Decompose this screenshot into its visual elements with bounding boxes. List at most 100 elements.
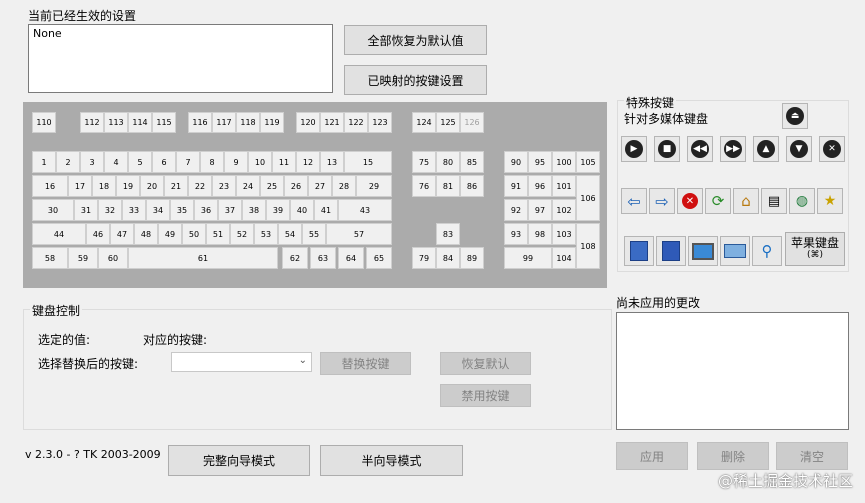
key-19[interactable]: 19 — [116, 175, 140, 197]
key-101[interactable]: 101 — [552, 175, 576, 197]
key-86[interactable]: 86 — [460, 175, 484, 197]
key-39[interactable]: 39 — [266, 199, 290, 221]
pending-changes-box[interactable] — [616, 312, 849, 430]
key-115[interactable]: 115 — [152, 112, 176, 133]
clear-button[interactable]: 清空 — [776, 442, 848, 470]
key-95[interactable]: 95 — [528, 151, 552, 173]
key-1[interactable]: 1 — [32, 151, 56, 173]
key-31[interactable]: 31 — [74, 199, 98, 221]
key-110[interactable]: 110 — [32, 112, 56, 133]
key-113[interactable]: 113 — [104, 112, 128, 133]
search-icon[interactable]: ⚲ — [752, 236, 782, 266]
key-114[interactable]: 114 — [128, 112, 152, 133]
key-126[interactable]: 126 — [460, 112, 484, 133]
key-112[interactable]: 112 — [80, 112, 104, 133]
key-119[interactable]: 119 — [260, 112, 284, 133]
key-2[interactable]: 2 — [56, 151, 80, 173]
key-116[interactable]: 116 — [188, 112, 212, 133]
key-9[interactable]: 9 — [224, 151, 248, 173]
key-124[interactable]: 124 — [412, 112, 436, 133]
key-16[interactable]: 16 — [32, 175, 68, 197]
key-54[interactable]: 54 — [278, 223, 302, 245]
key-37[interactable]: 37 — [218, 199, 242, 221]
key-100[interactable]: 100 — [552, 151, 576, 173]
key-12[interactable]: 12 — [296, 151, 320, 173]
key-32[interactable]: 32 — [98, 199, 122, 221]
volume-down-icon[interactable]: ▼ — [786, 136, 812, 162]
key-79[interactable]: 79 — [412, 247, 436, 269]
key-65[interactable]: 65 — [366, 247, 392, 269]
key-34[interactable]: 34 — [146, 199, 170, 221]
key-29[interactable]: 29 — [356, 175, 392, 197]
next-track-icon[interactable]: ▶▶ — [720, 136, 746, 162]
key-4[interactable]: 4 — [104, 151, 128, 173]
computer-icon[interactable] — [688, 236, 718, 266]
full-wizard-button[interactable]: 完整向导模式 — [168, 445, 310, 476]
key-48[interactable]: 48 — [134, 223, 158, 245]
key-125[interactable]: 125 — [436, 112, 460, 133]
key-13[interactable]: 13 — [320, 151, 344, 173]
eject-icon[interactable]: ⏏ — [782, 103, 808, 129]
key-8[interactable]: 8 — [200, 151, 224, 173]
key-10[interactable]: 10 — [248, 151, 272, 173]
key-98[interactable]: 98 — [528, 223, 552, 245]
key-28[interactable]: 28 — [332, 175, 356, 197]
forward-arrow-icon[interactable]: ⇨ — [649, 188, 675, 214]
key-83[interactable]: 83 — [436, 223, 460, 245]
key-57[interactable]: 57 — [326, 223, 392, 245]
back-arrow-icon[interactable]: ⇦ — [621, 188, 647, 214]
current-settings-box[interactable]: None — [28, 24, 333, 93]
key-93[interactable]: 93 — [504, 223, 528, 245]
key-64[interactable]: 64 — [338, 247, 364, 269]
key-38[interactable]: 38 — [242, 199, 266, 221]
key-7[interactable]: 7 — [176, 151, 200, 173]
calculator-icon[interactable] — [720, 236, 750, 266]
key-24[interactable]: 24 — [236, 175, 260, 197]
media-icon[interactable] — [656, 236, 686, 266]
key-21[interactable]: 21 — [164, 175, 188, 197]
key-91[interactable]: 91 — [504, 175, 528, 197]
key-92[interactable]: 92 — [504, 199, 528, 221]
key-118[interactable]: 118 — [236, 112, 260, 133]
key-99[interactable]: 99 — [504, 247, 552, 269]
key-30[interactable]: 30 — [32, 199, 74, 221]
key-17[interactable]: 17 — [68, 175, 92, 197]
key-47[interactable]: 47 — [110, 223, 134, 245]
key-26[interactable]: 26 — [284, 175, 308, 197]
play-icon[interactable]: ▶ — [621, 136, 647, 162]
key-46[interactable]: 46 — [86, 223, 110, 245]
favorites-icon[interactable]: ★ — [817, 188, 843, 214]
key-121[interactable]: 121 — [320, 112, 344, 133]
key-3[interactable]: 3 — [80, 151, 104, 173]
key-102[interactable]: 102 — [552, 199, 576, 221]
key-61[interactable]: 61 — [128, 247, 278, 269]
key-76[interactable]: 76 — [412, 175, 436, 197]
key-15[interactable]: 15 — [344, 151, 392, 173]
mute-icon[interactable]: ✕ — [819, 136, 845, 162]
key-53[interactable]: 53 — [254, 223, 278, 245]
key-81[interactable]: 81 — [436, 175, 460, 197]
key-40[interactable]: 40 — [290, 199, 314, 221]
key-25[interactable]: 25 — [260, 175, 284, 197]
key-43[interactable]: 43 — [338, 199, 392, 221]
key-11[interactable]: 11 — [272, 151, 296, 173]
key-52[interactable]: 52 — [230, 223, 254, 245]
key-122[interactable]: 122 — [344, 112, 368, 133]
refresh-icon[interactable]: ⟳ — [705, 188, 731, 214]
prev-track-icon[interactable]: ◀◀ — [687, 136, 713, 162]
search-doc-icon[interactable]: ▤ — [761, 188, 787, 214]
mapped-keys-button[interactable]: 已映射的按键设置 — [344, 65, 487, 95]
key-60[interactable]: 60 — [98, 247, 128, 269]
key-22[interactable]: 22 — [188, 175, 212, 197]
key-75[interactable]: 75 — [412, 151, 436, 173]
key-44[interactable]: 44 — [32, 223, 86, 245]
key-55[interactable]: 55 — [302, 223, 326, 245]
key-20[interactable]: 20 — [140, 175, 164, 197]
key-89[interactable]: 89 — [460, 247, 484, 269]
key-18[interactable]: 18 — [92, 175, 116, 197]
apple-keyboard-button[interactable]: 苹果键盘 (⌘) — [785, 232, 845, 266]
key-35[interactable]: 35 — [170, 199, 194, 221]
key-27[interactable]: 27 — [308, 175, 332, 197]
key-50[interactable]: 50 — [182, 223, 206, 245]
key-41[interactable]: 41 — [314, 199, 338, 221]
